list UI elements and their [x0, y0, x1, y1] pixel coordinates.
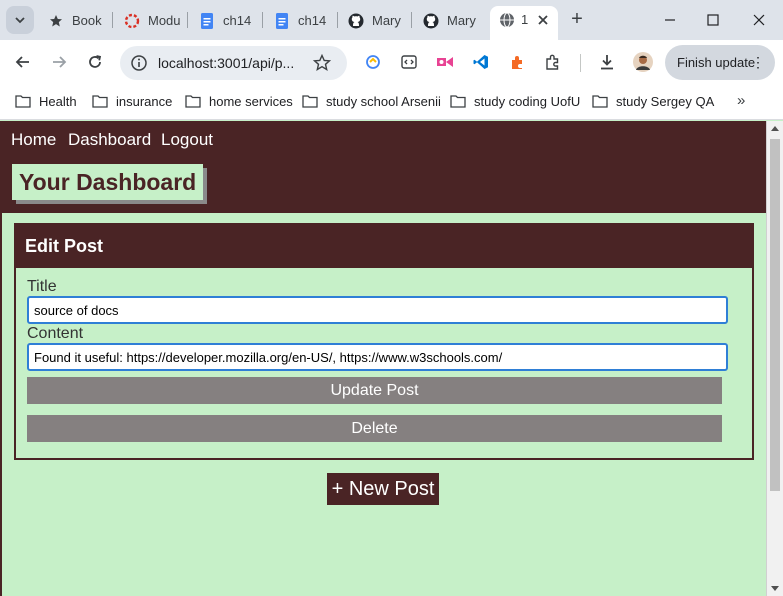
finish-update-label: Finish update: [677, 55, 756, 70]
title-input[interactable]: [27, 296, 728, 324]
scroll-down-arrow-icon[interactable]: [771, 586, 779, 591]
extensions-puzzle-icon[interactable]: [544, 53, 562, 71]
delete-post-button[interactable]: Delete: [27, 415, 722, 442]
bookmark-folder-home-services[interactable]: home services: [185, 92, 293, 110]
module-icon: [124, 13, 140, 29]
bookmark-label: Health: [39, 93, 77, 109]
bookmark-label: study coding UofU: [474, 93, 581, 109]
extension-code-icon[interactable]: [400, 53, 418, 71]
url-text: localhost:3001/api/p...: [158, 55, 295, 71]
nav-link-logout[interactable]: Logout: [161, 130, 213, 150]
tab-search-button[interactable]: [6, 6, 34, 34]
tab-divider: [337, 12, 338, 28]
docs-icon: [199, 12, 215, 29]
back-arrow-icon[interactable]: [12, 51, 34, 73]
tab-divider: [187, 12, 188, 28]
close-tab-icon[interactable]: [536, 13, 550, 27]
reload-icon[interactable]: [84, 51, 106, 73]
tab-github-1[interactable]: Mary: [348, 7, 406, 34]
page-title: Your Dashboard: [12, 164, 204, 200]
scrollbar-thumb[interactable]: [770, 139, 780, 491]
bookmark-folder-health[interactable]: Health: [15, 92, 77, 110]
folder-icon: [302, 95, 318, 108]
extension-record-icon[interactable]: [436, 53, 454, 71]
tab-label: 1: [521, 12, 529, 27]
update-post-button[interactable]: Update Post: [27, 377, 722, 404]
site-header: Home Dashboard Logout Your Dashboard: [2, 121, 766, 213]
folder-icon: [185, 95, 201, 108]
tab-label: Mary: [372, 13, 401, 28]
github-icon: [423, 13, 439, 29]
extension-lens-icon[interactable]: [364, 53, 382, 71]
bookmark-label: home services: [209, 93, 293, 109]
tab-ch14-doc-2[interactable]: ch14: [274, 7, 332, 34]
more-menu-icon[interactable]: ⋮: [751, 54, 765, 70]
browser-toolbar: localhost:3001/api/p... Finish update ⋮: [0, 40, 783, 84]
bookmark-star-icon[interactable]: [312, 53, 332, 72]
tab-ch14-doc-1[interactable]: ch14: [199, 7, 257, 34]
profile-avatar[interactable]: [633, 52, 653, 72]
page-scrollbar[interactable]: [766, 121, 783, 596]
tab-label: Modu: [148, 13, 181, 28]
maximize-icon[interactable]: [703, 10, 723, 30]
tab-label: Book: [72, 13, 102, 28]
chevron-down-icon: [15, 17, 25, 24]
edit-post-header: Edit Post: [16, 225, 752, 268]
nav-link-home[interactable]: Home: [11, 130, 56, 150]
bookmark-folder-insurance[interactable]: insurance: [92, 92, 172, 110]
edit-post-card: Edit Post Title Content Update Post Dele…: [14, 223, 754, 460]
folder-icon: [92, 95, 108, 108]
folder-icon: [15, 95, 31, 108]
tab-divider: [411, 12, 412, 28]
tab-label: Mary: [447, 13, 476, 28]
toolbar-divider: [580, 54, 581, 72]
vscode-icon[interactable]: [472, 53, 490, 71]
bookmark-folder-study-sergey-qa[interactable]: study Sergey QA: [592, 92, 714, 110]
bookmark-label: study Sergey QA: [616, 93, 715, 109]
tab-divider: [112, 12, 113, 28]
forward-arrow-icon[interactable]: [48, 51, 70, 73]
tab-bookmarks[interactable]: Book: [48, 7, 108, 34]
download-icon[interactable]: [598, 53, 616, 71]
extension-puzzle-orange-icon[interactable]: [508, 53, 526, 71]
content-label: Content: [27, 325, 84, 342]
tab-divider: [262, 12, 263, 28]
star-icon: [48, 13, 64, 29]
close-window-icon[interactable]: [749, 10, 769, 30]
folder-icon: [450, 95, 466, 108]
tab-label: ch14: [298, 13, 327, 28]
site-info-icon[interactable]: [130, 54, 148, 72]
github-icon: [348, 13, 364, 29]
tab-github-2[interactable]: Mary: [423, 7, 481, 34]
content-input[interactable]: [27, 343, 728, 371]
bookmark-label: insurance: [116, 93, 173, 109]
new-tab-button[interactable]: +: [568, 9, 586, 29]
tab-label: ch14: [223, 13, 252, 28]
globe-icon: [499, 12, 515, 28]
bookmark-folder-study-coding-uofu[interactable]: study coding UofU: [450, 92, 580, 110]
bookmarks-bar: Health insurance home services study sch…: [0, 84, 783, 120]
finish-update-button[interactable]: Finish update ⋮: [665, 45, 775, 80]
bookmark-label: study school Arsenii: [326, 93, 441, 109]
page-viewport: Home Dashboard Logout Your Dashboard Edi…: [0, 121, 766, 596]
new-post-button[interactable]: + New Post: [327, 473, 439, 505]
folder-icon: [592, 95, 608, 108]
nav-link-dashboard[interactable]: Dashboard: [68, 130, 151, 150]
minimize-icon[interactable]: [660, 10, 680, 30]
bookmark-folder-study-school-arsenii[interactable]: study school Arsenii: [302, 92, 441, 110]
scroll-up-arrow-icon[interactable]: [771, 126, 779, 131]
docs-icon: [274, 12, 290, 29]
tab-active-current[interactable]: 1: [490, 6, 558, 40]
address-bar[interactable]: localhost:3001/api/p...: [120, 46, 347, 80]
tab-module[interactable]: Modu: [124, 7, 182, 34]
title-label: Title: [27, 278, 57, 295]
bookmarks-overflow-icon[interactable]: »: [737, 92, 745, 109]
tab-strip: Book Modu ch14 ch14 Mary Mary 1 +: [0, 0, 783, 40]
